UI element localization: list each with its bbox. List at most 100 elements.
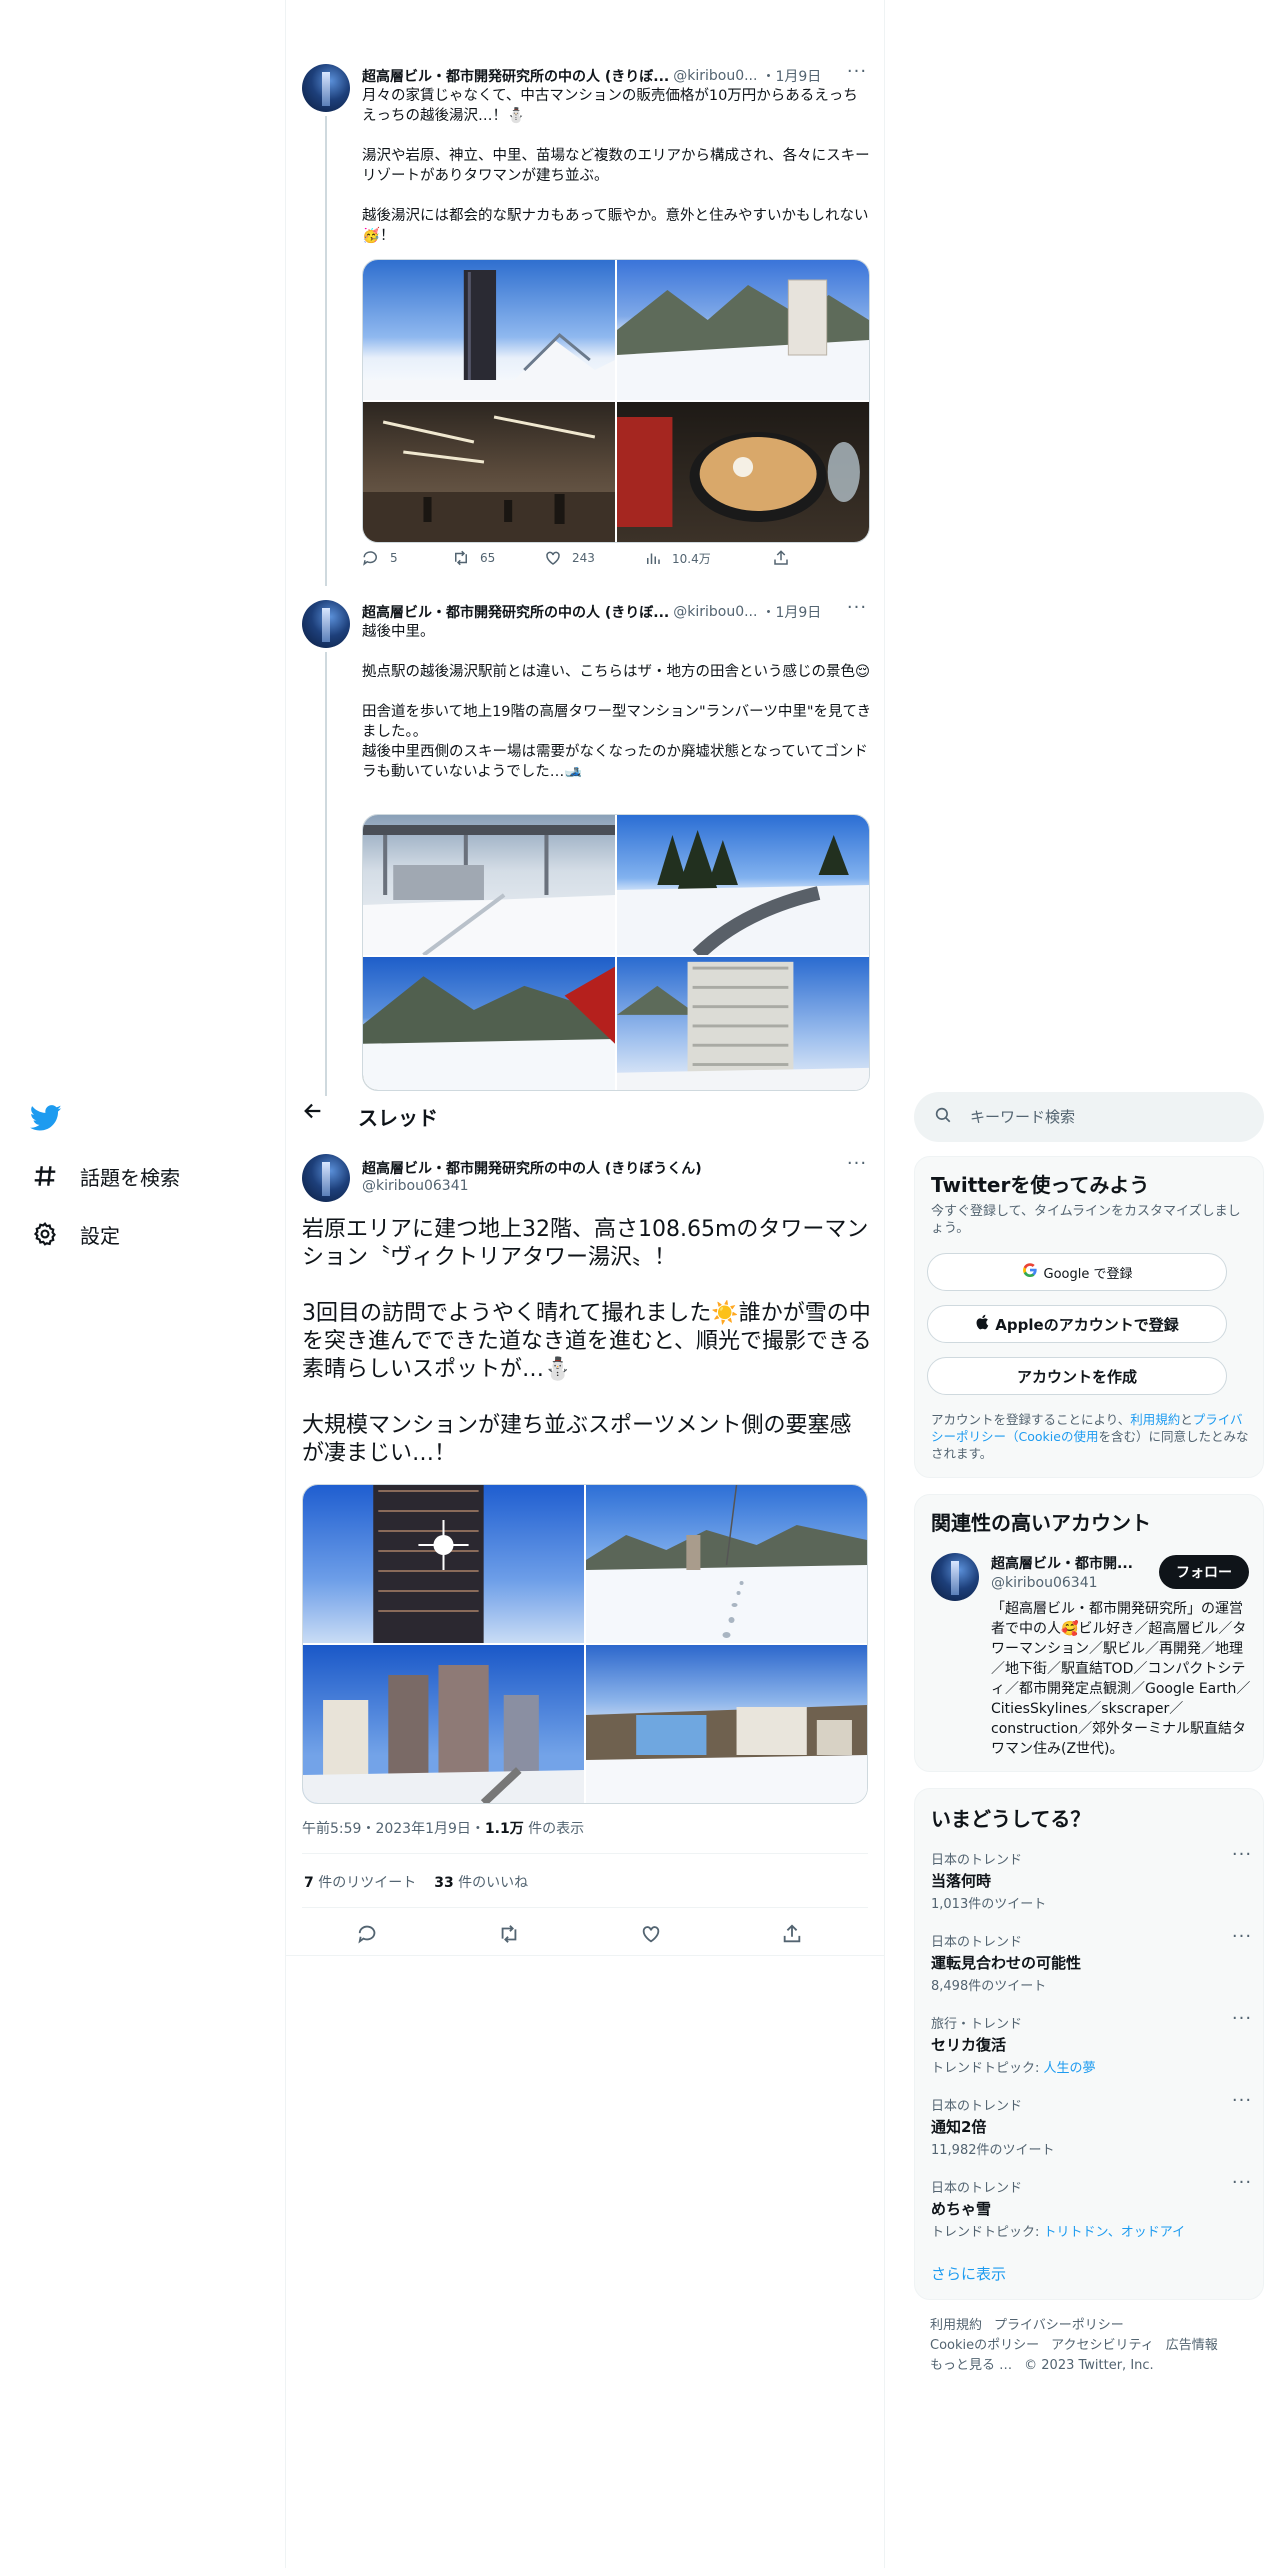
photo-snow-footprints[interactable] [586,1485,867,1643]
trend-item[interactable]: 日本のトレンド 通知2倍 11,982件のツイート ··· [931,2092,1251,2159]
tweet-media-grid[interactable] [362,259,870,543]
trend-topic-link[interactable]: トリトドン、オッドアイ [1044,2225,1186,2240]
more-options-icon[interactable]: ··· [1227,1928,1257,1951]
tweet-timestamp[interactable]: 午前5:59・2023年1月9日・ [302,1821,485,1837]
nav-settings[interactable]: 設定 [30,1212,120,1256]
tweet-actions: 5 65 243 10.4万 [362,549,822,567]
photo-tower-cluster[interactable] [303,1645,584,1803]
author-handle[interactable]: @kiribou0... [673,604,757,620]
search-icon [934,1106,952,1128]
search-input[interactable] [970,1108,1230,1126]
share-button[interactable] [772,549,800,567]
avatar[interactable] [302,64,350,112]
trend-category: 旅行・トレンド [931,2017,1023,2032]
trend-name: セリカ復活 [931,2036,1007,2054]
tweet-stats: 7 件のリツイート 33 件のいいね [304,1872,528,1892]
footer-copyright: © 2023 Twitter, Inc. [1024,2358,1154,2373]
more-options-icon[interactable]: ··· [1227,2010,1257,2033]
trend-category: 日本のトレンド [931,2099,1023,2114]
photo-tower-blue-sky[interactable] [363,260,615,400]
photo-snowy-mountains-tower[interactable] [617,260,869,400]
tweet-text: 岩原エリアに建つ地上32階、高さ108.65mのタワーマンション〝ヴィクトリアタ… [302,1217,872,1466]
photo-lambert-tower[interactable] [617,957,869,1090]
trend-topic: トレンドトピック: 人生の夢 [931,2061,1096,2076]
retweets-stat[interactable]: 7 件のリツイート [304,1872,416,1892]
photo-ski-slope[interactable] [363,957,615,1090]
likes-stat[interactable]: 33 件のいいね [434,1872,528,1892]
photo-snowy-station[interactable] [363,815,615,955]
author-handle[interactable]: @kiribou0... [673,68,757,84]
retweet-button[interactable]: 65 [452,549,544,567]
reply-button[interactable] [357,1923,389,1945]
footer-cookie[interactable]: Cookieのポリシー [930,2338,1039,2353]
show-more-link[interactable]: さらに表示 [931,2263,1006,2284]
related-title: 関連性の高いアカウント [931,1511,1151,1535]
share-icon [774,550,788,565]
retweet-count: 65 [480,551,496,565]
more-options-icon[interactable]: ··· [842,63,872,86]
nav-explore[interactable]: 話題を検索 [30,1154,180,1198]
author-name[interactable]: 超高層ビル・都市開発研究所の中の人 (きりぼ... [362,602,669,622]
view-count: 10.4万 [672,551,711,566]
apple-icon [975,1314,989,1334]
photo-ramen-bowl[interactable] [617,402,869,542]
retweet-button[interactable] [498,1923,530,1945]
nav-settings-label: 設定 [80,1223,120,1248]
avatar[interactable] [931,1553,979,1601]
google-signup-button[interactable]: Google で登録 [927,1253,1227,1291]
photo-station-interior[interactable] [363,402,615,542]
cookie-link[interactable]: Cookieの使用 [1019,1429,1099,1444]
like-button[interactable]: 243 [544,549,644,567]
photo-resort-buildings[interactable] [586,1645,867,1803]
trend-topic-link[interactable]: 人生の夢 [1044,2061,1096,2076]
trend-name: めちゃ雪 [931,2200,992,2218]
tweet-header: 超高層ビル・都市開発研究所の中の人 (きりぼ... @kiribou0... ・… [362,66,821,86]
follow-button[interactable]: フォロー [1159,1555,1249,1589]
twitter-logo-icon[interactable] [29,1102,66,1138]
thread-tweet-2[interactable]: 超高層ビル・都市開発研究所の中の人 (きりぼ... @kiribou0... ・… [286,599,884,1097]
more-options-icon[interactable]: ··· [1227,1846,1257,1869]
reply-button[interactable]: 5 [362,549,452,567]
trends-card: いまどうしてる？ 日本のトレンド 当落何時 1,013件のツイート ··· 日本… [914,1788,1264,2300]
back-arrow-icon[interactable] [302,1100,332,1130]
footer-more[interactable]: もっと見る … [930,2358,1012,2373]
more-options-icon[interactable]: ··· [1227,2174,1257,2197]
analytics-icon [647,553,660,564]
more-options-icon[interactable]: ··· [842,1155,872,1178]
trend-item[interactable]: 日本のトレンド 運転見合わせの可能性 8,498件のツイート ··· [931,1928,1251,1995]
related-account-handle[interactable]: @kiribou06341 [991,1575,1098,1591]
photo-victoria-tower[interactable] [303,1485,584,1643]
more-options-icon[interactable]: ··· [842,599,872,622]
photo-snowy-road[interactable] [617,815,869,955]
signup-legal-text: アカウントを登録することにより、利用規約とプライバシーポリシー（Cookieの使… [931,1412,1249,1461]
like-button[interactable] [640,1923,672,1945]
more-options-icon[interactable]: ··· [1227,2092,1257,2115]
thread-connector [325,116,327,586]
share-button[interactable] [781,1923,813,1945]
reply-icon [363,551,377,566]
author-handle[interactable]: @kiribou06341 [362,1178,469,1194]
terms-link[interactable]: 利用規約 [1130,1412,1180,1427]
avatar[interactable] [302,600,350,648]
tweet-date[interactable]: ・1月9日 [761,66,821,86]
thread-tweet-1[interactable]: 超高層ビル・都市開発研究所の中の人 (きりぼ... @kiribou0... ・… [286,63,884,586]
views-button[interactable]: 10.4万 [644,549,772,567]
tweet-media-grid[interactable] [302,1484,868,1804]
related-account-name[interactable]: 超高層ビル・都市開... [991,1553,1141,1573]
trend-item[interactable]: 日本のトレンド めちゃ雪 トレンドトピック: トリトドン、オッドアイ ··· [931,2174,1251,2241]
apple-signup-button[interactable]: Appleのアカウントで登録 [927,1305,1227,1343]
footer-accessibility[interactable]: アクセシビリティ [1051,2338,1154,2353]
footer-terms[interactable]: 利用規約 [930,2318,982,2333]
hashtag-icon [30,1161,60,1191]
author-name[interactable]: 超高層ビル・都市開発研究所の中の人 (きりぼ... [362,66,669,86]
trend-item[interactable]: 日本のトレンド 当落何時 1,013件のツイート ··· [931,1846,1251,1913]
tweet-media-grid[interactable] [362,814,870,1091]
avatar[interactable] [302,1154,350,1202]
footer-privacy[interactable]: プライバシーポリシー [994,2318,1124,2333]
author-name[interactable]: 超高層ビル・都市開発研究所の中の人 (きりぼうくん) [362,1158,702,1178]
trend-item[interactable]: 旅行・トレンド セリカ復活 トレンドトピック: 人生の夢 ··· [931,2010,1251,2077]
search-box[interactable] [914,1092,1264,1142]
footer-ads[interactable]: 広告情報 [1166,2338,1218,2353]
tweet-date[interactable]: ・1月9日 [761,602,821,622]
create-account-button[interactable]: アカウントを作成 [927,1357,1227,1395]
